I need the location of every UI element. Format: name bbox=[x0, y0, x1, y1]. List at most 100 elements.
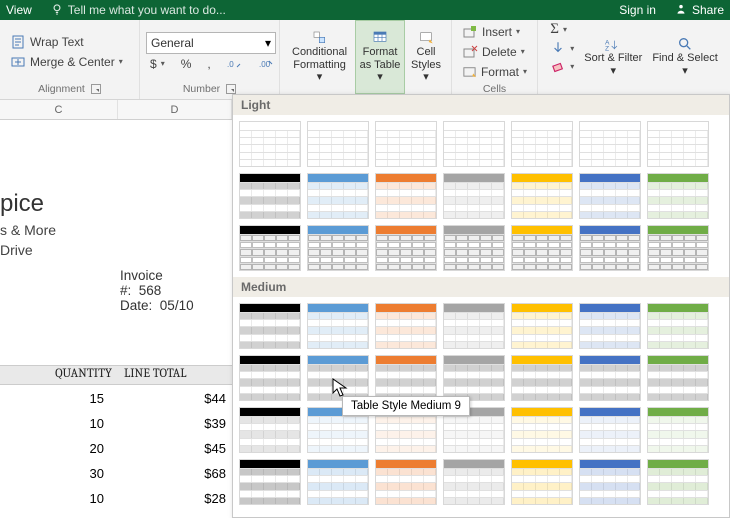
table-style-swatch[interactable] bbox=[511, 173, 573, 219]
cell-qty[interactable]: 10 bbox=[0, 416, 120, 431]
conditional-formatting[interactable]: Conditional Formatting▾ bbox=[286, 20, 353, 94]
table-style-swatch[interactable] bbox=[375, 407, 437, 453]
table-style-swatch[interactable] bbox=[579, 121, 641, 167]
table-style-swatch[interactable] bbox=[579, 355, 641, 401]
number-dialog-launcher[interactable] bbox=[226, 84, 236, 94]
fill[interactable]: ▾ bbox=[546, 39, 578, 57]
increase-decimal[interactable]: .0 bbox=[223, 56, 247, 72]
col-header-d[interactable]: D bbox=[118, 100, 232, 119]
table-style-swatch[interactable] bbox=[307, 225, 369, 271]
table-style-swatch[interactable] bbox=[375, 121, 437, 167]
table-style-gallery: Light Medium bbox=[232, 94, 730, 518]
table-style-swatch[interactable] bbox=[443, 407, 505, 453]
table-style-swatch[interactable] bbox=[647, 355, 709, 401]
table-style-swatch[interactable] bbox=[443, 121, 505, 167]
table-style-swatch[interactable] bbox=[647, 407, 709, 453]
table-style-swatch[interactable] bbox=[647, 459, 709, 505]
cell-total[interactable]: $39 bbox=[120, 416, 228, 431]
invoice-title: pice bbox=[0, 190, 56, 218]
wrap-text[interactable]: Wrap Text bbox=[6, 33, 133, 51]
accounting-format[interactable]: $▾ bbox=[146, 56, 169, 72]
sort-filter[interactable]: AZ Sort & Filter▾ bbox=[580, 20, 646, 94]
table-style-swatch[interactable] bbox=[443, 303, 505, 349]
table-style-swatch[interactable] bbox=[307, 459, 369, 505]
table-style-swatch[interactable] bbox=[511, 303, 573, 349]
autosum[interactable]: Σ▾ bbox=[546, 20, 578, 39]
decrease-decimal[interactable]: .00 bbox=[255, 56, 279, 72]
table-style-swatch[interactable] bbox=[307, 303, 369, 349]
gallery-grid-light bbox=[233, 115, 729, 277]
table-style-swatch[interactable] bbox=[375, 303, 437, 349]
table-style-swatch[interactable] bbox=[579, 225, 641, 271]
table-row[interactable]: 20$45 bbox=[0, 436, 228, 461]
invoice-date: 05/10 bbox=[160, 298, 194, 313]
insert-icon bbox=[462, 24, 478, 40]
menu-view[interactable]: View bbox=[6, 3, 32, 17]
table-style-swatch[interactable] bbox=[239, 355, 301, 401]
table-style-swatch[interactable] bbox=[307, 173, 369, 219]
insert-cells[interactable]: Insert▾ bbox=[458, 23, 531, 41]
merge-center[interactable]: Merge & Center ▾ bbox=[6, 53, 133, 71]
clear[interactable]: ▾ bbox=[546, 57, 578, 75]
sigma-icon: Σ bbox=[550, 21, 559, 38]
table-style-swatch[interactable] bbox=[239, 225, 301, 271]
table-row[interactable]: 10$39 bbox=[0, 411, 228, 436]
number-format-dropdown[interactable]: General ▾ bbox=[146, 32, 276, 54]
table-style-swatch[interactable] bbox=[511, 225, 573, 271]
table-style-swatch[interactable] bbox=[443, 173, 505, 219]
table-style-swatch[interactable] bbox=[239, 459, 301, 505]
table-style-swatch[interactable] bbox=[239, 121, 301, 167]
col-header-c[interactable]: C bbox=[0, 100, 118, 119]
cell-qty[interactable]: 15 bbox=[0, 391, 120, 406]
cell-total[interactable]: $68 bbox=[120, 466, 228, 481]
table-style-swatch[interactable] bbox=[511, 459, 573, 505]
table-style-swatch[interactable] bbox=[647, 121, 709, 167]
invoice-num: 568 bbox=[139, 283, 162, 298]
table-row[interactable]: 30$68 bbox=[0, 461, 228, 486]
cell-total[interactable]: $28 bbox=[120, 491, 228, 506]
table-style-swatch[interactable] bbox=[239, 173, 301, 219]
cell-qty[interactable]: 30 bbox=[0, 466, 120, 481]
table-style-swatch[interactable] bbox=[511, 121, 573, 167]
table-style-swatch[interactable] bbox=[375, 355, 437, 401]
table-style-swatch[interactable] bbox=[239, 303, 301, 349]
cell-qty[interactable]: 10 bbox=[0, 491, 120, 506]
table-style-swatch[interactable] bbox=[239, 407, 301, 453]
format-cells[interactable]: Format▾ bbox=[458, 63, 531, 81]
format-as-table[interactable]: Format as Table▾ bbox=[355, 20, 405, 94]
table-style-swatch[interactable] bbox=[511, 407, 573, 453]
table-row[interactable]: 10$28 bbox=[0, 486, 228, 511]
alignment-dialog-launcher[interactable] bbox=[91, 84, 101, 94]
percent-style[interactable]: % bbox=[177, 56, 196, 72]
table-style-swatch[interactable] bbox=[579, 407, 641, 453]
table-style-swatch[interactable] bbox=[375, 225, 437, 271]
tell-me[interactable]: Tell me what you want to do... bbox=[50, 2, 226, 19]
delete-cells[interactable]: Delete▾ bbox=[458, 43, 531, 61]
table-style-swatch[interactable] bbox=[511, 355, 573, 401]
cell-styles[interactable]: Cell Styles▾ bbox=[407, 20, 445, 94]
table-style-swatch[interactable] bbox=[443, 225, 505, 271]
table-style-swatch[interactable] bbox=[579, 303, 641, 349]
table-style-swatch[interactable] bbox=[647, 225, 709, 271]
table-style-swatch[interactable] bbox=[647, 303, 709, 349]
table-style-swatch[interactable] bbox=[307, 355, 369, 401]
find-select[interactable]: Find & Select▾ bbox=[648, 20, 721, 94]
table-style-swatch[interactable] bbox=[375, 459, 437, 505]
comma-style[interactable]: , bbox=[203, 56, 214, 72]
sign-in[interactable]: Sign in bbox=[619, 3, 656, 17]
table-style-swatch[interactable] bbox=[443, 459, 505, 505]
table-row[interactable]: 15$44 bbox=[0, 386, 228, 411]
cell-total[interactable]: $45 bbox=[120, 441, 228, 456]
table-style-swatch[interactable] bbox=[579, 459, 641, 505]
cell-qty[interactable]: 20 bbox=[0, 441, 120, 456]
format-cells-icon bbox=[462, 64, 477, 80]
table-style-swatch[interactable] bbox=[375, 173, 437, 219]
share-button[interactable]: Share bbox=[674, 2, 724, 19]
table-style-swatch[interactable] bbox=[579, 173, 641, 219]
table-style-swatch[interactable] bbox=[443, 355, 505, 401]
table-style-swatch[interactable] bbox=[307, 407, 369, 453]
table-style-swatch[interactable] bbox=[307, 121, 369, 167]
alignment-group-label: Alignment bbox=[38, 83, 85, 95]
cell-total[interactable]: $44 bbox=[120, 391, 228, 406]
table-style-swatch[interactable] bbox=[647, 173, 709, 219]
